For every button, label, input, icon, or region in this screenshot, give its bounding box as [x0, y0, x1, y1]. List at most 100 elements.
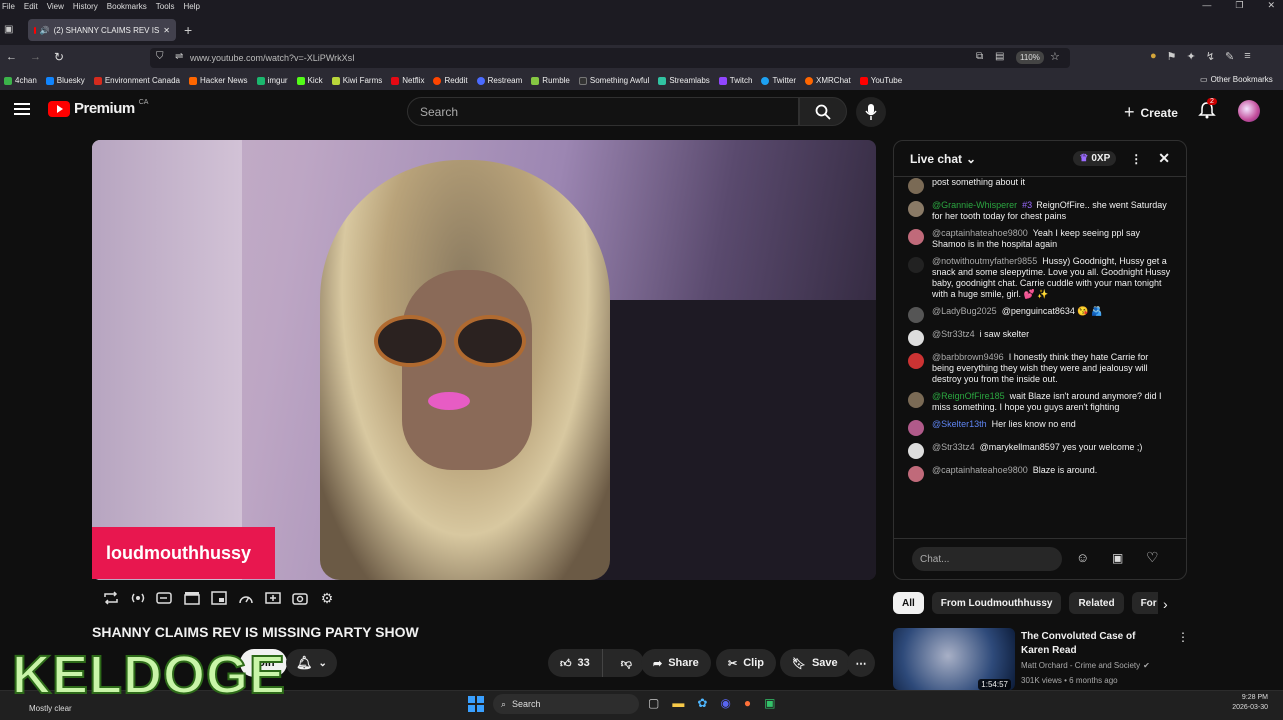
tab-close-icon[interactable]: ✕: [163, 26, 170, 35]
audio-icon[interactable]: 🔊: [40, 26, 50, 35]
screenshot-camera-icon[interactable]: [289, 588, 311, 608]
file-explorer-icon[interactable]: ▬: [672, 696, 684, 710]
copilot-icon[interactable]: ✿: [697, 696, 707, 710]
search-input[interactable]: Search: [407, 97, 799, 126]
super-chat-icon[interactable]: ▣: [1112, 551, 1123, 565]
picture-in-picture-icon[interactable]: ⧉: [976, 51, 983, 62]
chip-for-you[interactable]: For y: [1131, 592, 1158, 614]
loop-icon[interactable]: [100, 588, 122, 608]
minimize-icon[interactable]: —: [1202, 0, 1211, 11]
more-actions-button[interactable]: ⋯: [847, 649, 875, 677]
settings-gear-icon[interactable]: ⚙: [316, 588, 338, 608]
chat-author[interactable]: @Grannie-Whisperer: [932, 200, 1017, 210]
clip-button[interactable]: ✂ Clip: [716, 649, 776, 677]
chat-author[interactable]: @notwithoutmyfather9855: [932, 256, 1037, 266]
reload-icon[interactable]: ↻: [54, 50, 64, 64]
xp-badge[interactable]: ♛ 0XP: [1073, 151, 1117, 166]
taskbar-clock[interactable]: 9:28 PM 2026-03-30: [1226, 694, 1268, 711]
chip-from-channel[interactable]: From Loudmouthhussy: [931, 592, 1062, 614]
bookmark-restream[interactable]: Restream: [476, 76, 522, 85]
heart-icon[interactable]: ♡: [1146, 549, 1159, 566]
chat-author[interactable]: @Str33tz4: [932, 442, 975, 452]
youtube-logo[interactable]: Premium CA: [48, 99, 148, 117]
taskbar-search[interactable]: ⌕ Search: [493, 694, 639, 714]
add-to-playlist-icon[interactable]: [262, 588, 284, 608]
bookmark-imgur[interactable]: imgur: [256, 76, 288, 85]
bookmark-environment-canada[interactable]: Environment Canada: [93, 76, 180, 85]
other-bookmarks[interactable]: ▭ Other Bookmarks: [1200, 75, 1273, 84]
bookmark-bluesky[interactable]: Bluesky: [45, 76, 85, 85]
bookmark-kiwi-farms[interactable]: Kiwi Farms: [331, 76, 382, 85]
menu-bookmarks[interactable]: Bookmarks: [107, 2, 147, 11]
url-bar[interactable]: www.youtube.com/watch?v=-XLiPWrkXsI: [150, 48, 1070, 68]
menu-file[interactable]: File: [2, 2, 15, 11]
subscribed-bell-button[interactable]: 🔔︎ ⌄: [286, 649, 337, 677]
broadcast-icon[interactable]: [127, 588, 149, 608]
create-button[interactable]: + Create: [1124, 102, 1178, 123]
chat-author[interactable]: @ReignOfFire185: [932, 391, 1005, 401]
back-icon[interactable]: ←: [6, 51, 17, 63]
bookmark-4chan[interactable]: 4chan: [4, 76, 37, 85]
bookmark-hacker-news[interactable]: Hacker News: [188, 76, 248, 85]
share-button[interactable]: ➦ Share: [641, 649, 711, 677]
bookmark-streamlabs[interactable]: Streamlabs: [658, 76, 710, 85]
chat-author[interactable]: @LadyBug2025: [932, 306, 997, 316]
tab-list-icon[interactable]: ▣: [4, 24, 13, 35]
chat-mode-selector[interactable]: Live chat ⌄: [910, 152, 976, 166]
menu-edit[interactable]: Edit: [24, 2, 38, 11]
reader-view-icon[interactable]: ▤: [995, 51, 1004, 62]
forward-icon[interactable]: →: [30, 51, 41, 63]
chat-more-icon[interactable]: ⋮: [1130, 152, 1142, 166]
chip-all[interactable]: All: [893, 592, 924, 614]
browser-tab[interactable]: 🔊 (2) SHANNY CLAIMS REV IS ✕: [28, 19, 176, 41]
menu-tools[interactable]: Tools: [156, 2, 175, 11]
close-chat-icon[interactable]: ✕: [1158, 150, 1170, 167]
chip-related[interactable]: Related: [1069, 592, 1124, 614]
recommended-video[interactable]: 1:54:57 The Convoluted Case of Karen Rea…: [893, 628, 1189, 690]
bookmark-twitch[interactable]: Twitch: [718, 76, 752, 85]
dislike-button[interactable]: 👎︎: [609, 649, 644, 677]
chat-author[interactable]: @captainhateahoe9800: [932, 465, 1028, 475]
voice-search-button[interactable]: [856, 97, 886, 127]
recommended-channel[interactable]: Matt Orchard - Crime and Society ✔: [1021, 661, 1150, 670]
bookmark-twitter[interactable]: Twitter: [761, 76, 796, 85]
extension-sync-icon[interactable]: ↯: [1206, 50, 1215, 63]
like-button[interactable]: 👍︎ 33: [548, 649, 603, 677]
task-view-icon[interactable]: ▢: [648, 696, 659, 710]
app-green-icon[interactable]: ▣: [764, 696, 775, 710]
bookmark-something-awful[interactable]: Something Awful: [578, 76, 649, 85]
chat-author[interactable]: @barbbrown9496: [932, 352, 1004, 362]
weather-widget[interactable]: Mostly clear: [29, 704, 72, 713]
chat-input[interactable]: Chat...: [912, 547, 1062, 571]
new-tab-icon[interactable]: +: [184, 22, 192, 38]
avatar[interactable]: [1238, 100, 1260, 122]
discord-icon[interactable]: ◉: [720, 696, 730, 710]
chat-author[interactable]: @Skelter13th: [932, 419, 987, 429]
bookmark-reddit[interactable]: Reddit: [433, 76, 468, 85]
emoji-icon[interactable]: ☺: [1076, 550, 1089, 565]
app-menu-icon[interactable]: ≡: [1244, 50, 1250, 63]
hamburger-menu-icon[interactable]: [14, 102, 30, 116]
bookmark-youtube[interactable]: YouTube: [859, 76, 902, 85]
firefox-icon[interactable]: ●: [744, 696, 751, 710]
notifications-button[interactable]: 2: [1198, 98, 1217, 119]
bookmark-xmrchat[interactable]: XMRChat: [805, 76, 851, 85]
extension-pen-icon[interactable]: ✎: [1225, 50, 1234, 63]
bookmark-rumble[interactable]: Rumble: [531, 76, 570, 85]
shield-icon[interactable]: ⛉: [156, 51, 164, 62]
subtitles-settings-icon[interactable]: [154, 588, 176, 608]
clapperboard-icon[interactable]: [181, 588, 203, 608]
video-player[interactable]: [92, 140, 876, 580]
extension-puzzle-icon[interactable]: ✦: [1187, 50, 1196, 63]
chat-author[interactable]: @captainhateahoe9800: [932, 228, 1028, 238]
extension-icon[interactable]: ⚑: [1167, 50, 1177, 63]
zoom-level[interactable]: 110%: [1016, 51, 1044, 64]
chat-author[interactable]: @Str33tz4: [932, 329, 975, 339]
chevron-right-icon[interactable]: ›: [1163, 596, 1168, 612]
search-button[interactable]: [799, 97, 847, 126]
close-window-icon[interactable]: ✕: [1267, 0, 1275, 11]
star-icon[interactable]: ☆: [1050, 50, 1060, 63]
permissions-icon[interactable]: ⇌: [175, 51, 183, 62]
menu-help[interactable]: Help: [183, 2, 199, 11]
menu-history[interactable]: History: [73, 2, 98, 11]
